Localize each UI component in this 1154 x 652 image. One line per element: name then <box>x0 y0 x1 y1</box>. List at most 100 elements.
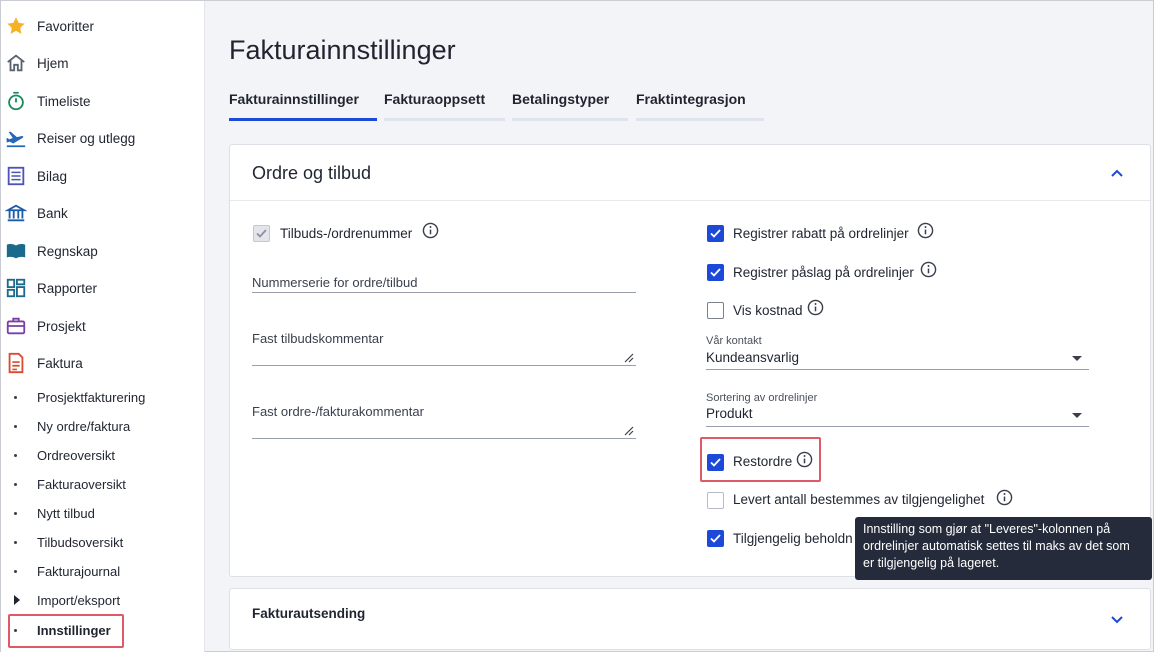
number-checkbox[interactable] <box>253 225 270 242</box>
sidebar-item-faktura[interactable]: Faktura <box>1 348 205 378</box>
sidebar-item-favoritter[interactable]: Favoritter <box>1 11 205 41</box>
sidebar-item-label: Regnskap <box>37 243 98 259</box>
tab-fakturainnstillinger[interactable]: Fakturainnstillinger <box>229 91 377 121</box>
info-icon[interactable] <box>920 261 937 278</box>
bullet <box>14 424 17 428</box>
info-icon[interactable] <box>917 222 934 239</box>
sidebar-subitem-label: Fakturaoversikt <box>37 476 126 492</box>
sidebar-item-rapporter[interactable]: Rapporter <box>1 273 205 303</box>
sidebar-item-regnskap[interactable]: Regnskap <box>1 236 205 266</box>
order-comment-field[interactable]: Fast ordre-/fakturakommentar <box>252 404 424 419</box>
offer-comment-field[interactable]: Fast tilbudskommentar <box>252 331 384 346</box>
markup-label: Registrer påslag på ordrelinjer <box>733 265 914 280</box>
sidebar-subitem-tilbudsoversikt[interactable]: Tilbudsoversikt <box>1 529 205 555</box>
sidebar-item-hjem[interactable]: Hjem <box>1 48 205 78</box>
sidebar-subitem-ordreoversikt[interactable]: Ordreoversikt <box>1 442 205 468</box>
page-title: Fakturainnstillinger <box>229 35 456 65</box>
briefcase-icon <box>6 317 26 335</box>
chevron-up-icon[interactable] <box>1110 166 1124 180</box>
bullet <box>14 511 17 515</box>
bullet <box>14 569 17 573</box>
available-label: Tilgjengelig beholdn <box>733 531 853 546</box>
sidebar-item-label: Rapporter <box>37 280 98 296</box>
contact-select[interactable]: Kundeansvarlig <box>706 350 799 365</box>
check-icon <box>710 268 721 277</box>
sidebar-item-bilag[interactable]: Bilag <box>1 161 205 191</box>
sidebar-subitem-fakturaoversikt[interactable]: Fakturaoversikt <box>1 471 205 497</box>
sidebar-subitem-label: Fakturajournal <box>37 563 121 579</box>
highlight-innstillinger <box>8 614 124 648</box>
show-cost-checkbox[interactable] <box>707 302 724 319</box>
resize-handle-icon[interactable] <box>624 426 634 436</box>
sidebar-item-label: Bilag <box>37 168 68 184</box>
bullet <box>14 540 17 544</box>
sidebar-subitem-label: Nytt tilbud <box>37 505 95 521</box>
tab-indicator <box>229 118 377 121</box>
sidebar-item-prosjekt[interactable]: Prosjekt <box>1 311 205 341</box>
discount-checkbox[interactable] <box>707 225 724 242</box>
sidebar-item-label: Faktura <box>37 355 83 371</box>
tab-label: Fraktintegrasjon <box>636 91 746 107</box>
check-icon <box>710 229 721 238</box>
tab-label: Betalingstyper <box>512 91 610 107</box>
bank-icon <box>5 204 27 222</box>
section-fakturautsending[interactable]: Fakturautsending <box>229 588 1151 650</box>
sidebar-subitem-fakturajournal[interactable]: Fakturajournal <box>1 558 205 584</box>
sidebar-subitem-nytt-tilbud[interactable]: Nytt tilbud <box>1 500 205 526</box>
tab-label: Fakturaoppsett <box>384 91 486 107</box>
section-ordre-og-tilbud: Ordre og tilbud Tilbuds-/ordrenummer Num… <box>229 144 1151 577</box>
invoice-icon <box>8 352 24 374</box>
star-icon <box>7 17 25 34</box>
bullet <box>14 395 17 399</box>
document-list-icon <box>7 166 25 186</box>
tab-label: Fakturainnstillinger <box>229 91 359 107</box>
show-cost-label: Vis kostnad <box>733 303 803 318</box>
sidebar-item-bank[interactable]: Bank <box>1 198 205 228</box>
bullet <box>14 482 17 486</box>
info-icon[interactable] <box>422 222 439 239</box>
tab-indicator <box>636 118 764 121</box>
chevron-down-icon[interactable] <box>1072 356 1082 361</box>
chevron-down-icon[interactable] <box>1072 413 1082 418</box>
number-series-field[interactable]: Nummerserie for ordre/tilbud <box>252 275 417 290</box>
resize-handle-icon[interactable] <box>624 353 634 363</box>
check-icon <box>256 229 267 238</box>
sidebar-subitem-import-eksport[interactable]: Import/eksport <box>1 587 205 613</box>
number-series-underline <box>252 292 636 293</box>
section-header[interactable]: Ordre og tilbud <box>230 145 1150 201</box>
sidebar-subitem-label: Ordreoversikt <box>37 447 116 463</box>
tab-indicator <box>384 118 505 121</box>
offer-comment-underline <box>252 365 636 366</box>
sidebar-item-label: Bank <box>37 205 68 221</box>
info-icon[interactable] <box>996 489 1013 506</box>
delivered-checkbox[interactable] <box>707 492 724 509</box>
sidebar-subitem-label: Ny ordre/faktura <box>37 418 131 434</box>
order-comment-underline <box>252 438 636 439</box>
sidebar-subitem-prosjektfakturering[interactable]: Prosjektfakturering <box>1 384 205 410</box>
sort-select[interactable]: Produkt <box>706 406 753 421</box>
sidebar-item-label: Favoritter <box>37 18 95 34</box>
discount-label: Registrer rabatt på ordrelinjer <box>733 226 909 241</box>
tab-betalingstyper[interactable]: Betalingstyper <box>512 91 628 121</box>
chevron-down-icon[interactable] <box>1110 613 1124 627</box>
tab-fakturaoppsett[interactable]: Fakturaoppsett <box>384 91 505 121</box>
contact-label: Vår kontakt <box>706 335 762 347</box>
delivered-label: Levert antall bestemmes av tilgjengeligh… <box>733 492 985 507</box>
sidebar: Favoritter Hjem Timeliste Reiser og utle… <box>1 1 205 652</box>
sort-underline <box>706 426 1089 427</box>
contact-underline <box>706 369 1089 370</box>
sidebar-item-reiser[interactable]: Reiser og utlegg <box>1 123 205 153</box>
sidebar-subitem-ny-ordre[interactable]: Ny ordre/faktura <box>1 413 205 439</box>
section-title: Fakturautsending <box>252 606 366 621</box>
check-icon <box>710 534 721 543</box>
available-checkbox[interactable] <box>707 530 724 547</box>
markup-checkbox[interactable] <box>707 264 724 281</box>
tab-indicator <box>512 118 628 121</box>
bullet <box>14 453 17 457</box>
sidebar-item-timeliste[interactable]: Timeliste <box>1 86 205 116</box>
info-icon[interactable] <box>807 299 824 316</box>
section-title: Ordre og tilbud <box>252 163 372 183</box>
sidebar-item-label: Timeliste <box>37 93 91 109</box>
expand-triangle-icon[interactable] <box>14 595 20 605</box>
tab-fraktintegrasjon[interactable]: Fraktintegrasjon <box>636 91 764 121</box>
